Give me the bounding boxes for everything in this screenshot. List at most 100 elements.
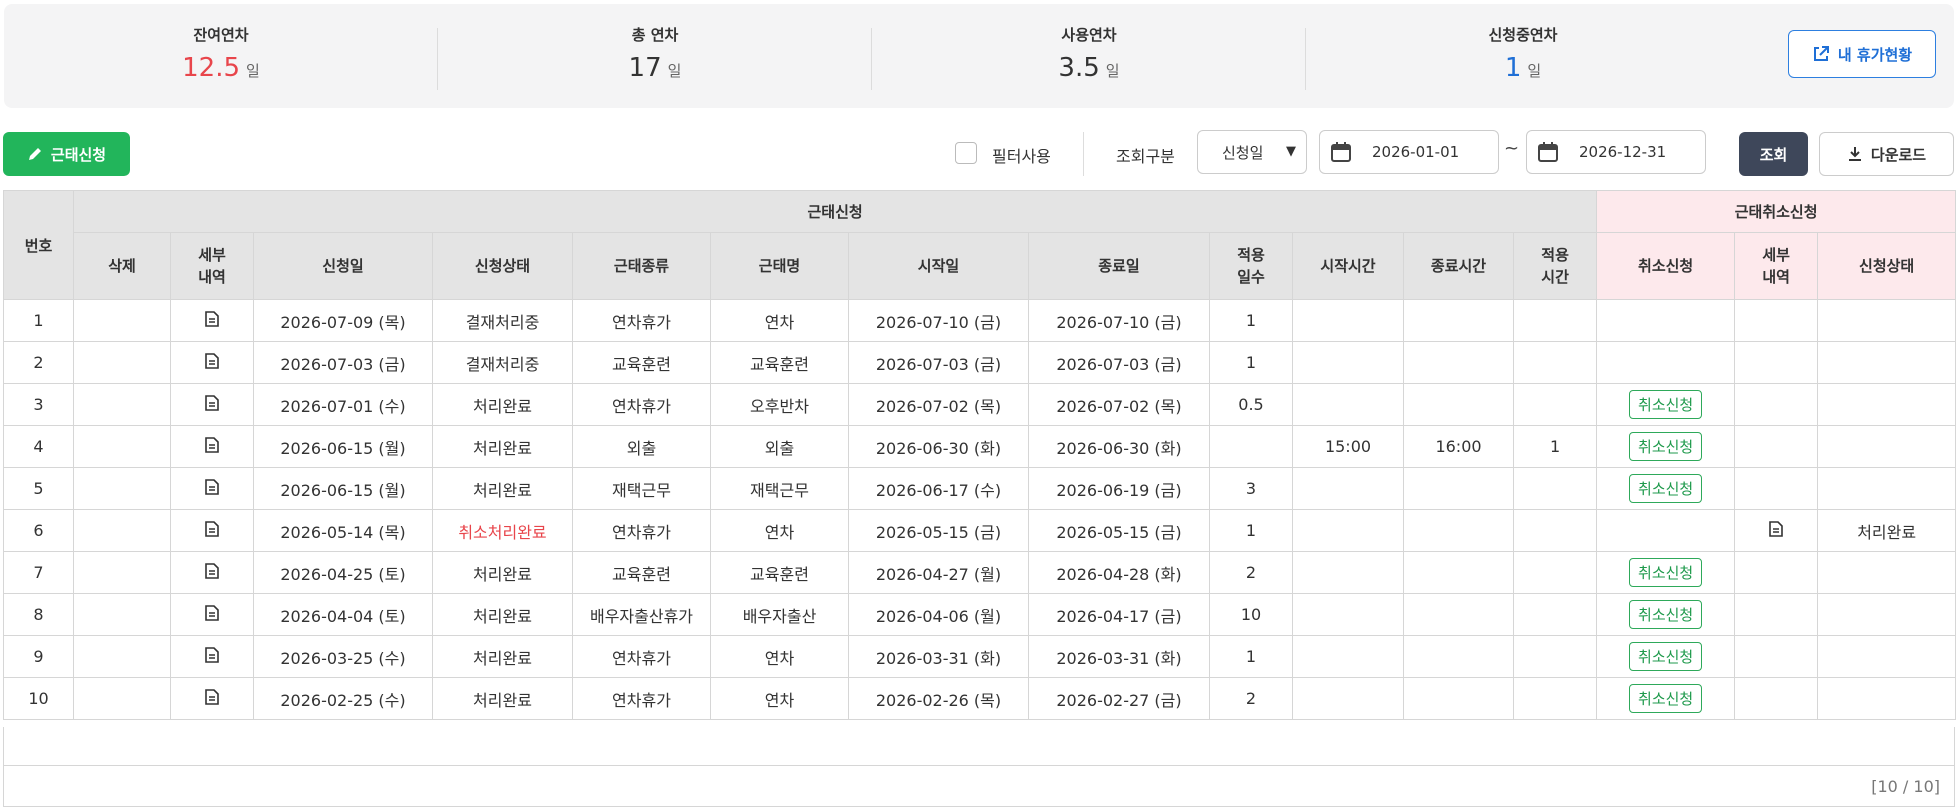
document-icon[interactable] (205, 478, 219, 499)
search-button[interactable]: 조회 (1739, 132, 1808, 176)
row-number: 4 (3, 425, 74, 468)
cancel-status (1817, 635, 1957, 678)
cancel-request-button[interactable]: 취소신청 (1629, 558, 1703, 587)
cancel-status (1817, 299, 1957, 342)
row-number: 3 (3, 383, 74, 426)
applied-hours (1512, 509, 1598, 552)
detail-cell[interactable] (170, 509, 254, 552)
query-type-label: 조회구분 (1116, 147, 1175, 166)
status: 처리완료 (432, 635, 573, 678)
delete-cell (73, 635, 171, 678)
detail-cell[interactable] (170, 593, 254, 636)
table-row[interactable]: 4 2026-06-15 (월) 처리완료 외출 외출 2026-06-30 (화) 202… (3, 425, 1957, 468)
detail-cell[interactable] (170, 341, 254, 384)
table-row[interactable]: 1 2026-07-09 (목) 결재처리중 연차휴가 연차 2026-07-10 (금)… (3, 299, 1957, 342)
cancel-request-button[interactable]: 취소신청 (1629, 432, 1703, 461)
apply-date: 2026-06-15 (월) (253, 425, 433, 468)
table-row[interactable]: 6 2026-05-14 (목) 취소처리완료 연차휴가 연차 2026-05-15 (금… (3, 509, 1957, 552)
document-icon[interactable] (205, 562, 219, 583)
start-time (1292, 509, 1404, 552)
document-icon[interactable] (205, 394, 219, 415)
total-leave-unit: 일 (667, 62, 682, 80)
group-leave-cancel: 근태취소신청 (1596, 190, 1957, 233)
table-row[interactable]: 3 2026-07-01 (수) 처리완료 연차휴가 오후반차 2026-07-02 (목… (3, 383, 1957, 426)
apply-date: 2026-04-25 (토) (253, 551, 433, 594)
pencil-icon (28, 148, 41, 160)
detail-cell[interactable] (170, 551, 254, 594)
document-icon[interactable] (205, 604, 219, 625)
cancel-cell: 취소신청 (1596, 467, 1736, 510)
chevron-down-icon: ▼ (1286, 144, 1296, 159)
end-time (1403, 551, 1514, 594)
query-type-select[interactable]: 신청일 ▼ (1197, 130, 1307, 174)
applied-hours (1512, 341, 1598, 384)
delete-cell (73, 551, 171, 594)
apply-date: 2026-06-15 (월) (253, 467, 433, 510)
calendar-icon (1331, 142, 1351, 162)
cancel-request-button[interactable]: 취소신청 (1629, 642, 1703, 671)
pending-leave-stat: 신청중연차 1일 (1306, 24, 1740, 83)
document-icon[interactable] (205, 688, 219, 709)
applied-days (1209, 425, 1293, 468)
end-time (1403, 677, 1514, 720)
table-row[interactable]: 2 2026-07-03 (금) 결재처리중 교육훈련 교육훈련 2026-07-03 (… (3, 341, 1957, 384)
date-from-input[interactable]: 2026-01-01 (1319, 130, 1499, 174)
date-to-input[interactable]: 2026-12-31 (1526, 130, 1706, 174)
my-vacation-button-label: 내 휴가현황 (1837, 45, 1913, 64)
detail-cell[interactable] (170, 425, 254, 468)
leave-name: 연차 (710, 635, 849, 678)
applied-days: 1 (1209, 299, 1293, 342)
table-row[interactable]: 8 2026-04-04 (토) 처리완료 배우자출산휴가 배우자출산 2026-04-0… (3, 593, 1957, 636)
filter-checkbox[interactable] (955, 142, 977, 164)
end-date: 2026-07-03 (금) (1028, 341, 1210, 384)
leave-apply-button[interactable]: 근태신청 (3, 132, 130, 176)
apply-date: 2026-07-09 (목) (253, 299, 433, 342)
leave-name: 오후반차 (710, 383, 849, 426)
document-icon[interactable] (1769, 520, 1783, 541)
detail-cell[interactable] (170, 677, 254, 720)
status: 취소처리완료 (432, 509, 573, 552)
remaining-leave-unit: 일 (246, 62, 260, 80)
download-button[interactable]: 다운로드 (1819, 132, 1954, 176)
cancel-request-button[interactable]: 취소신청 (1629, 684, 1703, 713)
detail-cell[interactable] (170, 635, 254, 678)
applied-hours (1512, 593, 1598, 636)
table-row[interactable]: 9 2026-03-25 (수) 처리완료 연차휴가 연차 2026-03-31 (화) 2… (3, 635, 1957, 678)
cancel-request-button[interactable]: 취소신청 (1629, 474, 1703, 503)
cancel-request-button[interactable]: 취소신청 (1629, 600, 1703, 629)
row-number: 9 (3, 635, 74, 678)
status: 결재처리중 (432, 299, 573, 342)
start-time (1292, 635, 1404, 678)
table-row[interactable]: 10 2026-02-25 (수) 처리완료 연차휴가 연차 2026-02-26 (목)… (3, 677, 1957, 720)
start-date: 2026-06-30 (화) (848, 425, 1029, 468)
download-icon (1848, 147, 1861, 161)
leave-name: 연차 (710, 509, 849, 552)
document-icon[interactable] (205, 310, 219, 331)
my-vacation-button[interactable]: 내 휴가현황 (1788, 30, 1936, 78)
end-time (1403, 299, 1514, 342)
delete-cell (73, 383, 171, 426)
cancel-cell: 취소신청 (1596, 593, 1736, 636)
applied-hours (1512, 467, 1598, 510)
leave-type: 연차휴가 (572, 509, 711, 552)
applied-days: 10 (1209, 593, 1293, 636)
document-icon[interactable] (205, 520, 219, 541)
end-date: 2026-05-15 (금) (1028, 509, 1210, 552)
end-date: 2026-04-17 (금) (1028, 593, 1210, 636)
detail-cell[interactable] (170, 467, 254, 510)
col-detail: 세부 내역 (170, 232, 254, 300)
detail-cell[interactable] (170, 383, 254, 426)
apply-date: 2026-07-03 (금) (253, 341, 433, 384)
delete-cell (73, 467, 171, 510)
document-icon[interactable] (205, 352, 219, 373)
leave-name: 배우자출산 (710, 593, 849, 636)
cancel-detail-cell[interactable] (1734, 509, 1819, 552)
detail-cell[interactable] (170, 299, 254, 342)
document-icon[interactable] (205, 646, 219, 667)
table-row[interactable]: 5 2026-06-15 (월) 처리완료 재택근무 재택근무 2026-06-17 (수… (3, 467, 1957, 510)
table-row[interactable]: 7 2026-04-25 (토) 처리완료 교육훈련 교육훈련 2026-04-27 (월… (3, 551, 1957, 594)
document-icon[interactable] (205, 436, 219, 457)
cancel-request-button[interactable]: 취소신청 (1629, 390, 1703, 419)
table-footer: [10 / 10] (3, 766, 1955, 807)
cancel-detail-cell (1734, 425, 1819, 468)
